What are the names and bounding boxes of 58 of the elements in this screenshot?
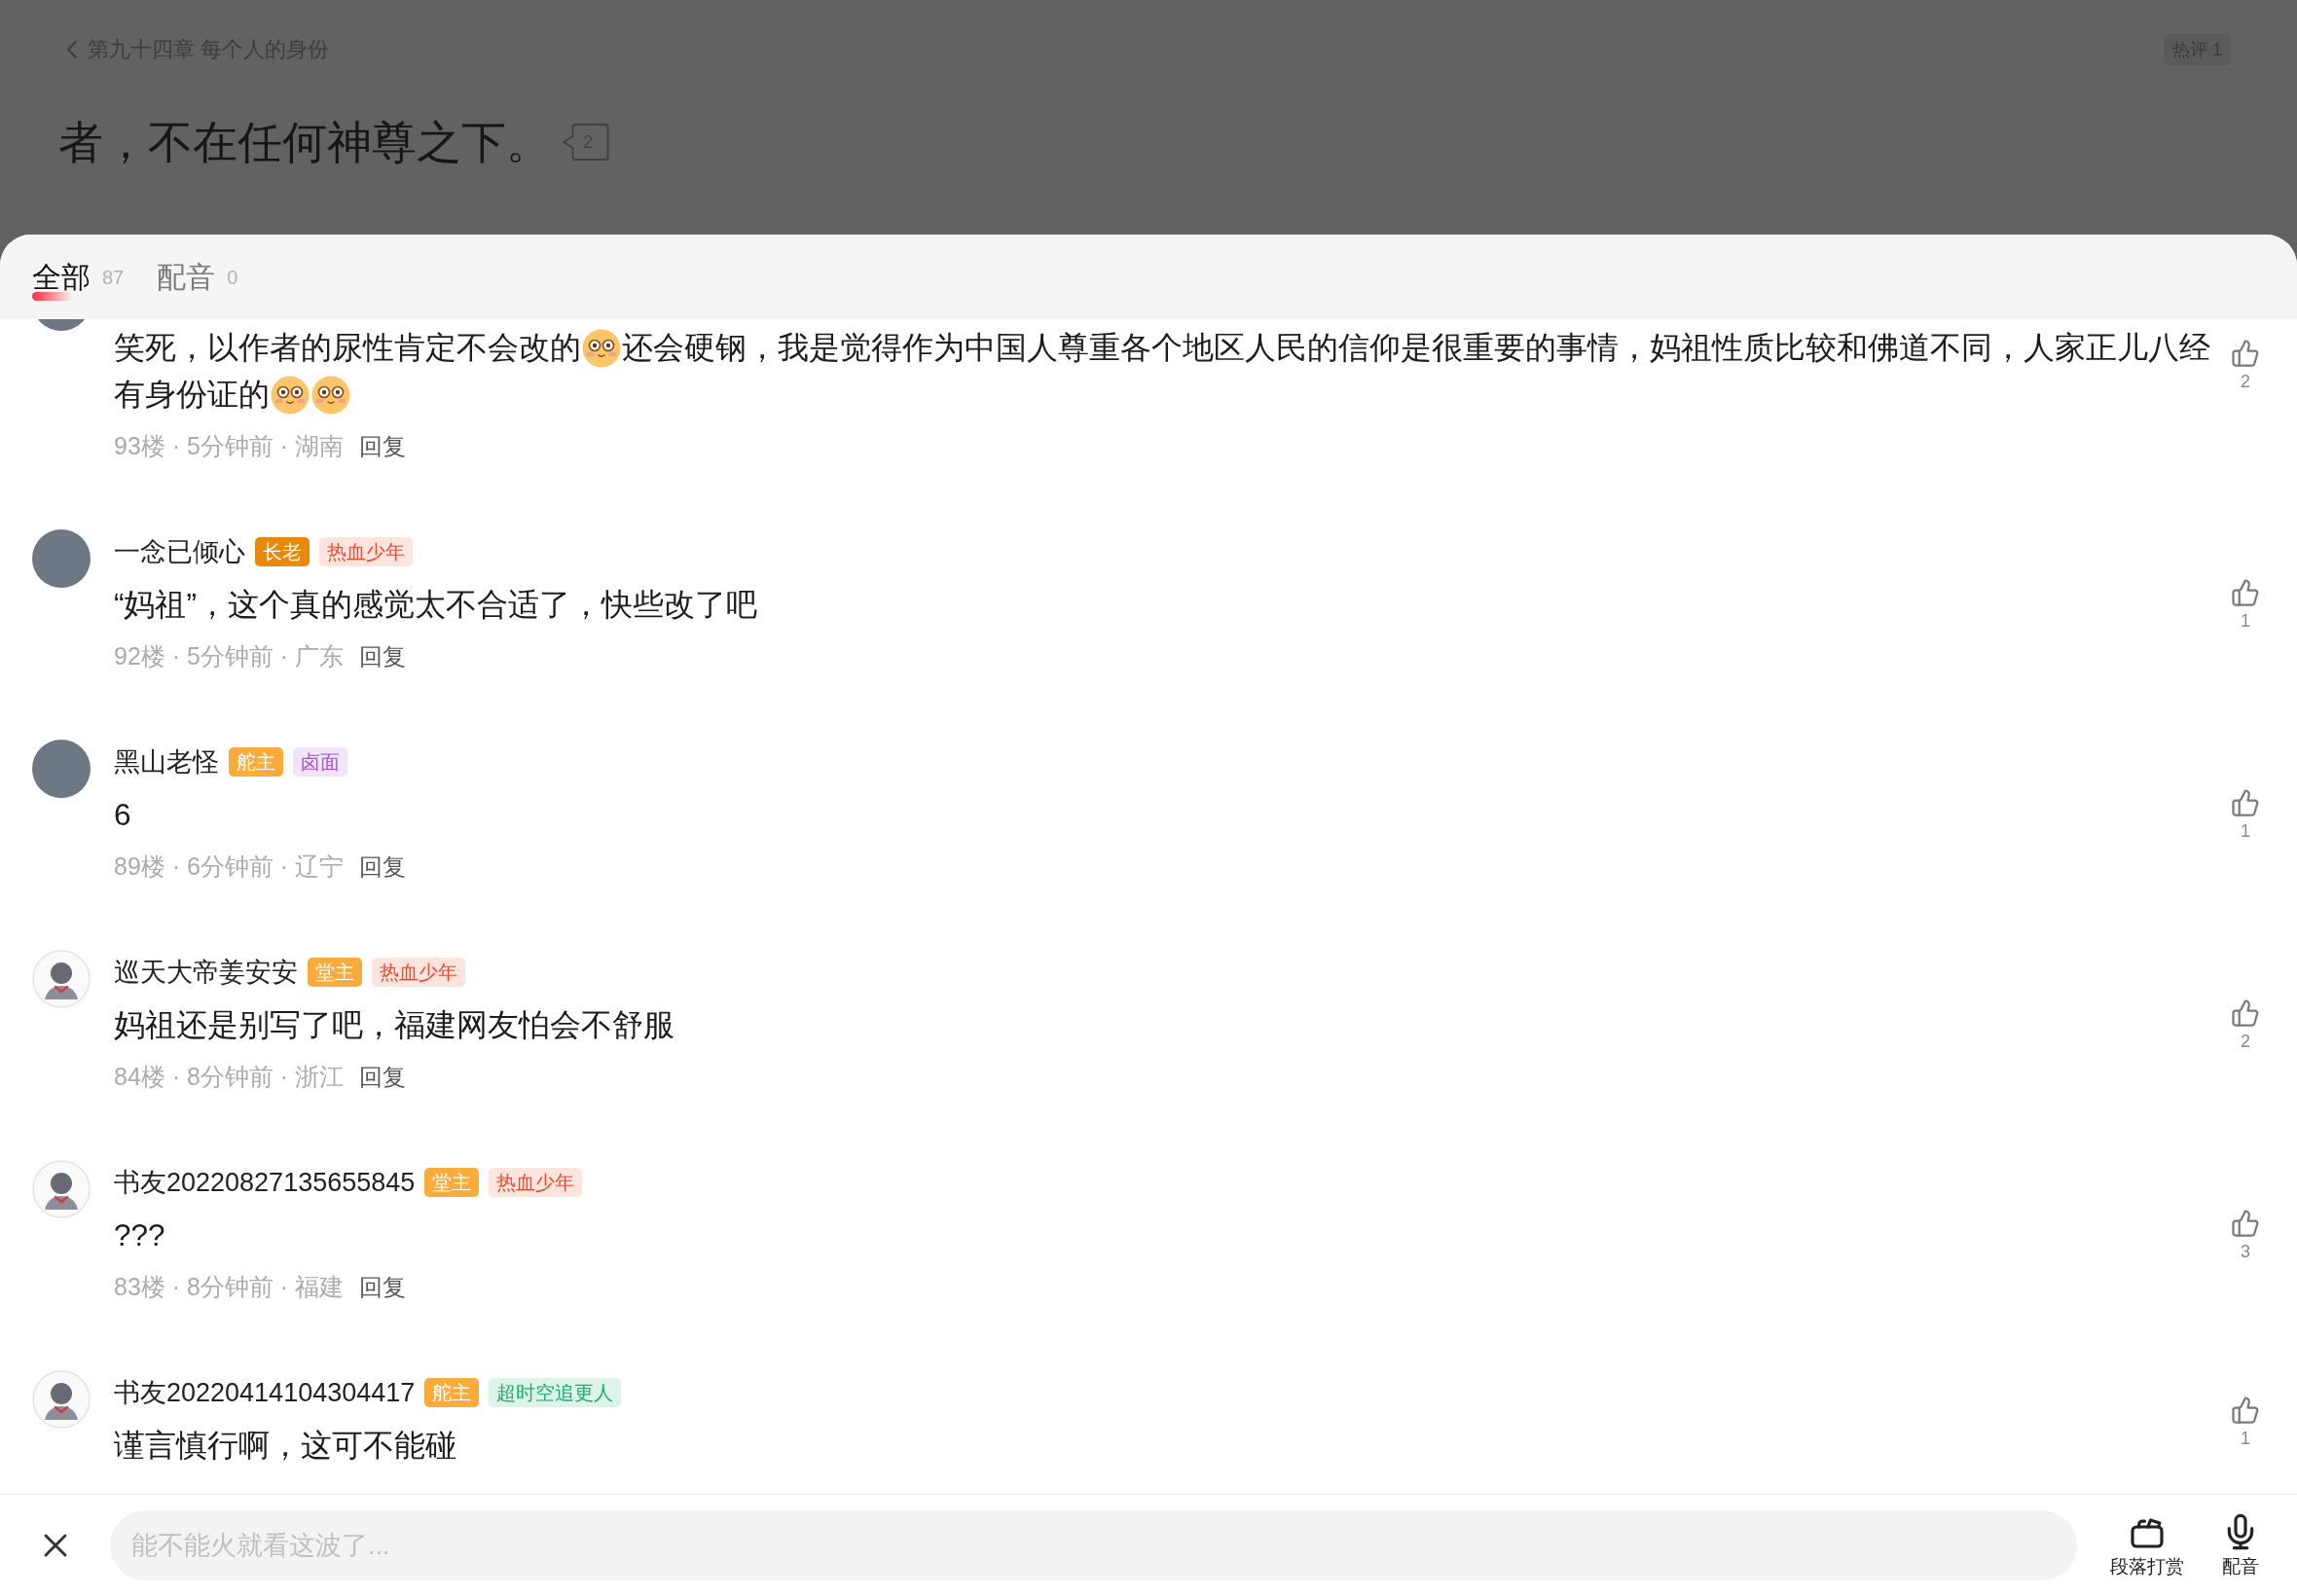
- emoji-icon: [271, 375, 310, 415]
- user-name: 黑山老怪: [114, 745, 219, 779]
- paragraph-text: 者，不在任何神尊之下。: [58, 116, 551, 169]
- tab[interactable]: 配音 0: [157, 253, 238, 301]
- thumbs-up-icon: [2231, 998, 2260, 1028]
- user-badge: 堂主: [424, 1168, 480, 1197]
- emoji-icon: [311, 375, 350, 415]
- like-button[interactable]: 3: [2216, 1208, 2275, 1262]
- user-name: 巡天大帝姜安安: [114, 956, 298, 989]
- selected-tab-indicator: [32, 291, 73, 301]
- thumbs-up-icon: [2231, 1208, 2260, 1238]
- user-avatar[interactable]: [32, 1160, 91, 1218]
- reply-button[interactable]: 回复: [359, 850, 407, 885]
- like-button[interactable]: 1: [2216, 577, 2275, 632]
- user-badge: 热血少年: [372, 958, 465, 987]
- thumbs-up-icon: [2231, 338, 2260, 368]
- comment-meta: 83楼 · 8分钟前 · 福建: [114, 1272, 345, 1303]
- reply-button[interactable]: 回复: [359, 639, 407, 674]
- user-avatar[interactable]: [32, 950, 91, 1008]
- user-avatar[interactable]: [32, 529, 91, 588]
- reply-button[interactable]: 回复: [359, 429, 407, 464]
- reply-button[interactable]: 回复: [359, 1060, 407, 1095]
- comment-meta: 92楼 · 5分钟前 · 广东: [114, 641, 345, 672]
- comment-text: “妈祖”，这个真的感觉太不合适了，快些改了吧: [114, 586, 757, 624]
- comment-text: ???: [114, 1216, 165, 1254]
- emoji-icon: [582, 328, 621, 368]
- comment-text: 6: [114, 796, 131, 834]
- comment-text: 笑死，以作者的尿性肯定不会改的 还会硬钢，我是觉得作为中国人尊重各个地区人民的信仰是很重要的事情，妈祖性质比较和佛道不同，人家正儿八经有身份证的: [114, 324, 2210, 417]
- comment-meta: 93楼 · 5分钟前 · 湖南: [114, 431, 345, 462]
- like-button[interactable]: 1: [2216, 787, 2275, 842]
- like-button[interactable]: 1: [2216, 1395, 2275, 1449]
- user-name: 一念已倾心: [114, 535, 245, 568]
- like-button[interactable]: 2: [2216, 998, 2275, 1052]
- thumbs-up-icon: [2231, 787, 2260, 817]
- tip-button[interactable]: 段落打赏: [2110, 1512, 2184, 1578]
- chevron-left-icon: [66, 40, 78, 59]
- tab[interactable]: 全部 87: [32, 253, 125, 301]
- thumbs-up-icon: [2231, 577, 2260, 607]
- user-badge: 热血少年: [319, 537, 413, 566]
- user-name: 书友20220414104304417: [114, 1376, 416, 1409]
- user-avatar[interactable]: [32, 1370, 91, 1429]
- comment-meta: 84楼 · 8分钟前 · 浙江: [114, 1062, 345, 1093]
- user-badge: 超时空追更人: [489, 1378, 622, 1407]
- user-badge: 长老: [255, 537, 310, 566]
- thumbs-up-icon: [2231, 1395, 2260, 1425]
- user-badge: 卤面: [293, 747, 347, 777]
- comment-meta: 89楼 · 6分钟前 · 辽宁: [114, 852, 345, 883]
- user-badge: 堂主: [308, 958, 362, 987]
- like-button[interactable]: 2: [2216, 338, 2275, 392]
- user-badge: 舵主: [424, 1378, 480, 1407]
- user-badge: 舵主: [229, 747, 283, 777]
- user-badge: 热血少年: [489, 1168, 583, 1197]
- user-avatar[interactable]: [32, 740, 91, 798]
- reply-button[interactable]: 回复: [359, 1270, 407, 1305]
- user-name: 书友20220827135655845: [114, 1166, 416, 1199]
- comment-text: 妈祖还是别写了吧，福建网友怕会不舒服: [114, 1006, 675, 1044]
- voice-button[interactable]: 配音: [2221, 1512, 2260, 1578]
- comment-text: 谨言慎行啊，这可不能碰: [114, 1427, 456, 1465]
